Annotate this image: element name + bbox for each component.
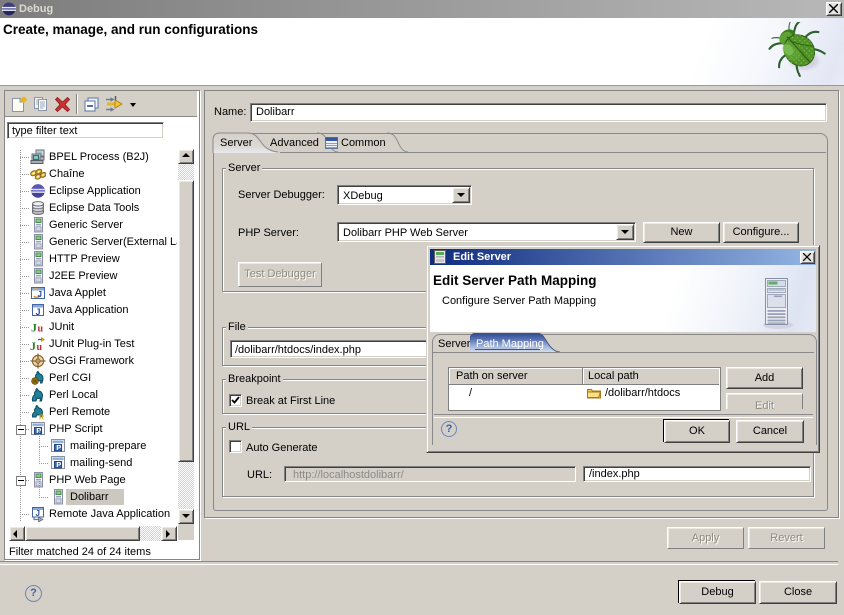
svg-text:P: P: [56, 443, 61, 452]
svg-text:J: J: [31, 321, 37, 335]
svg-text:u: u: [37, 342, 43, 352]
svg-text:u: u: [38, 324, 44, 335]
svg-text:P: P: [56, 460, 61, 469]
svg-text:J: J: [38, 290, 42, 299]
svg-text:J: J: [36, 307, 41, 317]
svg-text:J: J: [36, 509, 40, 518]
svg-text:R: R: [39, 415, 44, 421]
svg-text:J: J: [30, 339, 36, 352]
